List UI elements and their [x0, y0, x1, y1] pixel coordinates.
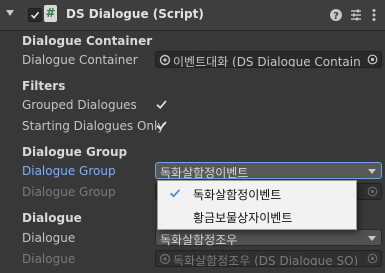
selected-check-icon — [169, 189, 181, 198]
component-title: DS Dialogue (Script) — [66, 7, 204, 21]
starting-dialogues-toggle[interactable] — [155, 119, 168, 132]
dialogue-group-popup-row: Dialogue Group 독화살함정이벤트 — [0, 161, 385, 181]
dialogue-group-dropdown[interactable]: 독화살함정이벤트 — [155, 162, 382, 180]
field-value: 독화살함정조우 (DS Dialogue SO) — [173, 254, 359, 267]
filters-section-header: Filters — [0, 76, 385, 96]
field-label: Grouped Dialogues — [22, 98, 137, 112]
field-label: Dialogue Container — [22, 53, 138, 67]
group-section-header: Dialogue Group — [0, 142, 385, 162]
chevron-down-icon — [368, 236, 376, 241]
script-icon: # — [44, 5, 57, 22]
field-label: Dialogue — [22, 252, 76, 266]
svg-text:?: ? — [333, 11, 339, 22]
object-picker-icon — [367, 186, 378, 197]
dialogue-group-dropdown-menu: 독화살함정이벤트 황금보물상자이벤트 — [157, 180, 357, 230]
help-icon[interactable]: ? — [328, 7, 344, 23]
grouped-dialogues-toggle[interactable] — [155, 98, 168, 111]
section-title: Filters — [22, 79, 66, 93]
checkmark-icon — [30, 11, 40, 19]
section-title: Dialogue — [22, 211, 82, 225]
dialogue-object-row: Dialogue 독화살함정조우 (DS Dialogue SO) — [0, 249, 385, 269]
dropdown-value: 독화살함정조우 — [160, 233, 238, 247]
dropdown-value: 독화살함정이벤트 — [160, 166, 249, 180]
object-picker-icon[interactable] — [367, 54, 378, 65]
chevron-down-icon — [368, 169, 376, 174]
section-title: Dialogue Group — [22, 145, 128, 159]
checkmark-icon — [156, 121, 167, 131]
dropdown-option-label: 독화살함정이벤트 — [193, 188, 282, 202]
checkmark-icon — [156, 100, 167, 110]
scriptable-object-icon — [159, 54, 171, 66]
starting-dialogues-row: Starting Dialogues Only — [0, 116, 385, 136]
dialogue-popup-row: Dialogue 독화살함정조우 — [0, 228, 385, 248]
more-icon[interactable] — [366, 7, 382, 23]
presets-icon[interactable] — [348, 7, 364, 23]
field-value: 이벤트대화 (DS Dialogue Container SO) — [173, 55, 361, 68]
dialogue-object-field: 독화살함정조우 (DS Dialogue SO) — [155, 250, 382, 267]
scriptable-object-icon — [159, 253, 171, 265]
component-enabled-checkbox[interactable] — [28, 8, 42, 22]
dialogue-container-row: Dialogue Container 이벤트대화 (DS Dialogue Co… — [0, 50, 385, 70]
dropdown-option[interactable]: 독화살함정이벤트 — [158, 182, 356, 204]
component-header: # DS Dialogue (Script) ? — [0, 0, 385, 31]
foldout-arrow-icon[interactable] — [6, 10, 14, 16]
container-section-header: Dialogue Container — [0, 31, 385, 51]
dropdown-option-label: 황금보물상자이벤트 — [193, 211, 293, 225]
dropdown-option[interactable]: 황금보물상자이벤트 — [158, 205, 356, 227]
object-picker-icon — [367, 253, 378, 264]
field-label: Dialogue Group — [22, 185, 116, 199]
field-label: Starting Dialogues Only — [22, 119, 165, 133]
dialogue-container-field[interactable]: 이벤트대화 (DS Dialogue Container SO) — [155, 51, 382, 68]
dialogue-dropdown[interactable]: 독화살함정조우 — [155, 229, 382, 247]
section-title: Dialogue Container — [22, 34, 153, 48]
field-label: Dialogue Group — [22, 164, 116, 178]
grouped-dialogues-row: Grouped Dialogues — [0, 95, 385, 115]
field-label: Dialogue — [22, 231, 76, 245]
